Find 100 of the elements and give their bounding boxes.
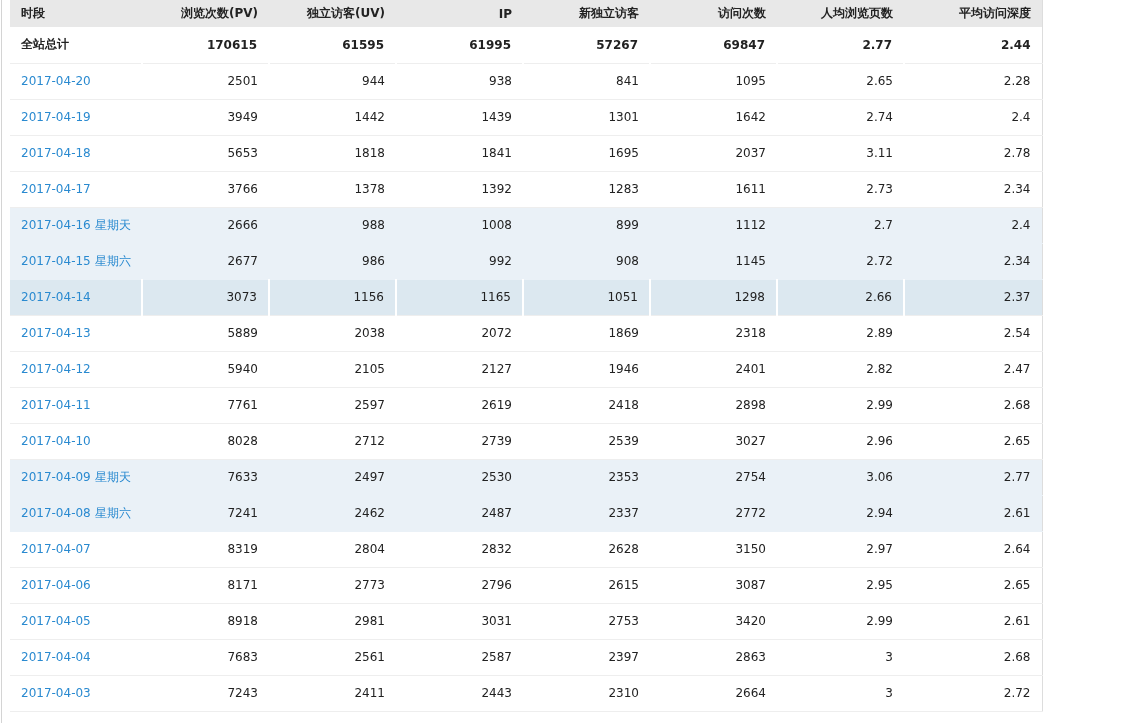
date-link[interactable]: 2017-04-07 — [21, 542, 91, 556]
table-cell: 2.72 — [904, 675, 1042, 711]
table-cell: 2666 — [142, 207, 269, 243]
table-cell: 2753 — [523, 603, 650, 639]
table-cell: 2038 — [269, 315, 396, 351]
table-row[interactable]: 2017-04-12 5940 2105 2127 1946 2401 2.82 2.47 — [10, 351, 1042, 387]
date-link[interactable]: 2017-04-04 — [21, 650, 91, 664]
table-cell: 2501 — [142, 63, 269, 99]
weekend-row[interactable]: 2017-04-16 星期天 2666 988 1008 899 1112 2.7 2.4 — [10, 207, 1042, 243]
table-cell: 3 — [777, 675, 904, 711]
table-cell: 2462 — [269, 495, 396, 531]
date-link[interactable]: 2017-04-17 — [21, 182, 91, 196]
table-cell: 3027 — [650, 423, 777, 459]
date-link[interactable]: 2017-04-10 — [21, 434, 91, 448]
date-link[interactable]: 2017-04-06 — [21, 578, 91, 592]
table-cell: 3766 — [142, 171, 269, 207]
table-cell: 2.99 — [777, 387, 904, 423]
table-cell: 2863 — [650, 639, 777, 675]
table-cell: 992 — [396, 243, 523, 279]
table-cell: 3949 — [142, 99, 269, 135]
table-row[interactable]: 2017-04-18 5653 1818 1841 1695 2037 3.11 2.78 — [10, 135, 1042, 171]
table-cell: 2.82 — [777, 351, 904, 387]
table-cell: 1611 — [650, 171, 777, 207]
table-cell: 8171 — [142, 567, 269, 603]
table-cell: 1112 — [650, 207, 777, 243]
table-row[interactable]: 全站总计 170615 61595 61995 57267 69847 2.77 2.44 — [10, 27, 1042, 63]
table-cell: 1946 — [523, 351, 650, 387]
table-cell: 2677 — [142, 243, 269, 279]
table-cell: 2.68 — [904, 387, 1042, 423]
date-link[interactable]: 2017-04-05 — [21, 614, 91, 628]
column-header: 浏览次数(PV) — [142, 0, 269, 27]
table-cell: 1841 — [396, 135, 523, 171]
table-cell: 1439 — [396, 99, 523, 135]
table-cell: 2664 — [650, 675, 777, 711]
table-cell: 2773 — [269, 567, 396, 603]
table-cell: 2.97 — [777, 531, 904, 567]
weekend-row[interactable]: 2017-04-08 星期六 7241 2462 2487 2337 2772 2.94 2.61 — [10, 495, 1042, 531]
table-cell: 2.94 — [777, 495, 904, 531]
table-cell: 2587 — [396, 639, 523, 675]
table-row[interactable]: 2017-04-11 7761 2597 2619 2418 2898 2.99 2.68 — [10, 387, 1042, 423]
table-row[interactable]: 2017-04-04 7683 2561 2587 2397 2863 3 2.68 — [10, 639, 1042, 675]
date-link[interactable]: 2017-04-15 星期六 — [21, 253, 131, 268]
table-cell: 2353 — [523, 459, 650, 495]
table-cell: 2487 — [396, 495, 523, 531]
table-cell: 2.65 — [777, 63, 904, 99]
table-row[interactable]: 2017-04-07 8319 2804 2832 2628 3150 2.97 2.64 — [10, 531, 1042, 567]
table-row[interactable]: 2017-04-20 2501 944 938 841 1095 2.65 2.28 — [10, 63, 1042, 99]
table-cell: 1392 — [396, 171, 523, 207]
date-link[interactable]: 2017-04-13 — [21, 326, 91, 340]
table-cell: 1008 — [396, 207, 523, 243]
table-cell: 2.65 — [904, 567, 1042, 603]
table-cell: 2337 — [523, 495, 650, 531]
date-link[interactable]: 2017-04-11 — [21, 398, 91, 412]
table-cell: 2.68 — [904, 639, 1042, 675]
table-cell: 2628 — [523, 531, 650, 567]
weekend-row[interactable]: 2017-04-15 星期六 2677 986 992 908 1145 2.72 2.34 — [10, 243, 1042, 279]
date-link[interactable]: 2017-04-19 — [21, 110, 91, 124]
date-link[interactable]: 2017-04-20 — [21, 74, 91, 88]
table-cell: 2.28 — [904, 63, 1042, 99]
table-cell: 2443 — [396, 675, 523, 711]
date-link[interactable]: 2017-04-08 星期六 — [21, 505, 131, 520]
table-cell: 2712 — [269, 423, 396, 459]
table-cell: 2397 — [523, 639, 650, 675]
table-cell: 1642 — [650, 99, 777, 135]
table-cell: 2037 — [650, 135, 777, 171]
table-cell: 2796 — [396, 567, 523, 603]
table-cell: 2.65 — [904, 423, 1042, 459]
table-cell: 2772 — [650, 495, 777, 531]
table-cell: 2.72 — [777, 243, 904, 279]
table-cell: 1818 — [269, 135, 396, 171]
table-row[interactable]: 2017-04-10 8028 2712 2739 2539 3027 2.96 2.65 — [10, 423, 1042, 459]
column-header: 新独立访客 — [523, 0, 650, 27]
table-row[interactable]: 2017-04-13 5889 2038 2072 1869 2318 2.89 2.54 — [10, 315, 1042, 351]
table-row[interactable]: 2017-04-03 7243 2411 2443 2310 2664 3 2.72 — [10, 675, 1042, 711]
column-header: IP — [396, 0, 523, 27]
table-cell: 7761 — [142, 387, 269, 423]
table-row[interactable]: 2017-04-05 8918 2981 3031 2753 3420 2.99 2.61 — [10, 603, 1042, 639]
table-row[interactable]: 2017-04-19 3949 1442 1439 1301 1642 2.74 2.4 — [10, 99, 1042, 135]
date-link[interactable]: 2017-04-18 — [21, 146, 91, 160]
weekend-row[interactable]: 2017-04-09 星期天 7633 2497 2530 2353 2754 3.06 2.77 — [10, 459, 1042, 495]
date-link[interactable]: 2017-04-03 — [21, 686, 91, 700]
date-link[interactable]: 2017-04-12 — [21, 362, 91, 376]
table-cell: 2.7 — [777, 207, 904, 243]
table-cell: 908 — [523, 243, 650, 279]
total-label: 全站总计 — [21, 37, 69, 52]
table-cell: 5653 — [142, 135, 269, 171]
table-cell: 2.89 — [777, 315, 904, 351]
table-row[interactable]: 2017-04-06 8171 2773 2796 2615 3087 2.95 2.65 — [10, 567, 1042, 603]
table-cell: 841 — [523, 63, 650, 99]
table-cell: 2.34 — [904, 243, 1042, 279]
table-cell: 1378 — [269, 171, 396, 207]
table-row[interactable]: 2017-04-14 3073 1156 1165 1051 1298 2.66 2.37 — [10, 279, 1042, 315]
table-row[interactable]: 2017-04-17 3766 1378 1392 1283 1611 2.73 2.34 — [10, 171, 1042, 207]
table-cell: 3.11 — [777, 135, 904, 171]
table-cell: 2615 — [523, 567, 650, 603]
table-cell: 2.54 — [904, 315, 1042, 351]
table-cell: 2619 — [396, 387, 523, 423]
table-cell: 8319 — [142, 531, 269, 567]
table-cell: 7633 — [142, 459, 269, 495]
table-cell: 2105 — [269, 351, 396, 387]
